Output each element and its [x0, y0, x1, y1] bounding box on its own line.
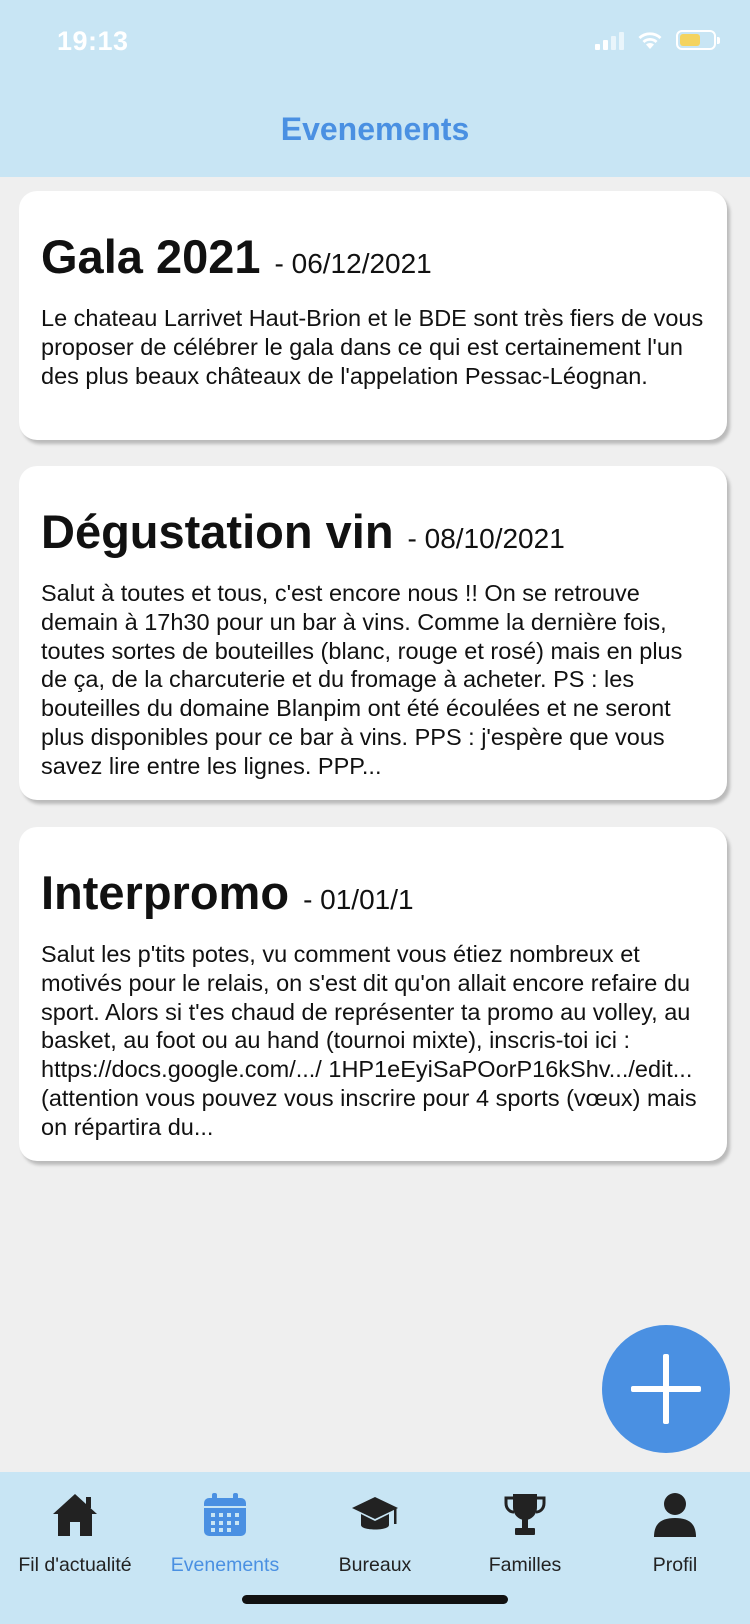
tab-label: Familles	[488, 1554, 562, 1576]
user-icon	[654, 1493, 696, 1537]
tab-fil-actualite[interactable]: Fil d'actualité	[0, 1486, 150, 1577]
event-title: Gala 2021	[41, 230, 261, 283]
home-icon	[53, 1494, 97, 1536]
status-icons	[595, 30, 720, 50]
event-card[interactable]: Interpromo - 01/01/1 Salut les p'tits po…	[19, 827, 727, 1161]
trophy-icon	[504, 1494, 546, 1535]
graduation-cap-icon	[352, 1497, 398, 1530]
calendar-icon	[204, 1493, 246, 1536]
tab-profil[interactable]: Profil	[600, 1486, 750, 1577]
tab-evenements[interactable]: Evenements	[150, 1486, 300, 1577]
status-time: 19:13	[57, 26, 129, 56]
plus-icon	[631, 1354, 701, 1424]
event-title: Interpromo	[41, 866, 290, 919]
event-card[interactable]: Gala 2021 - 06/12/2021 Le chateau Larriv…	[19, 191, 727, 440]
add-event-button[interactable]	[602, 1325, 730, 1453]
page-title: Evenements	[280, 111, 470, 147]
tab-label: Bureaux	[338, 1554, 412, 1576]
event-date: - 08/10/2021	[407, 523, 565, 554]
event-date: - 01/01/1	[303, 884, 414, 915]
event-description: Salut à toutes et tous, c'est encore nou…	[41, 580, 683, 779]
signal-icon	[595, 30, 624, 50]
event-description: Le chateau Larrivet Haut-Brion et le BDE…	[41, 305, 704, 389]
event-title: Dégustation vin	[41, 505, 394, 558]
tab-label: Fil d'actualité	[18, 1554, 132, 1576]
battery-icon	[676, 30, 720, 50]
wifi-icon	[638, 32, 662, 49]
event-card[interactable]: Dégustation vin - 08/10/2021 Salut à tou…	[19, 466, 727, 800]
header: 19:13 Evenements	[0, 0, 750, 177]
home-indicator	[242, 1595, 508, 1604]
event-date: - 06/12/2021	[274, 248, 432, 279]
tab-label: Evenements	[170, 1554, 280, 1576]
tab-familles[interactable]: Familles	[450, 1486, 600, 1577]
event-description: Salut les p'tits potes, vu comment vous …	[41, 941, 697, 1140]
tab-label: Profil	[652, 1554, 698, 1576]
tab-bureaux[interactable]: Bureaux	[300, 1486, 450, 1577]
